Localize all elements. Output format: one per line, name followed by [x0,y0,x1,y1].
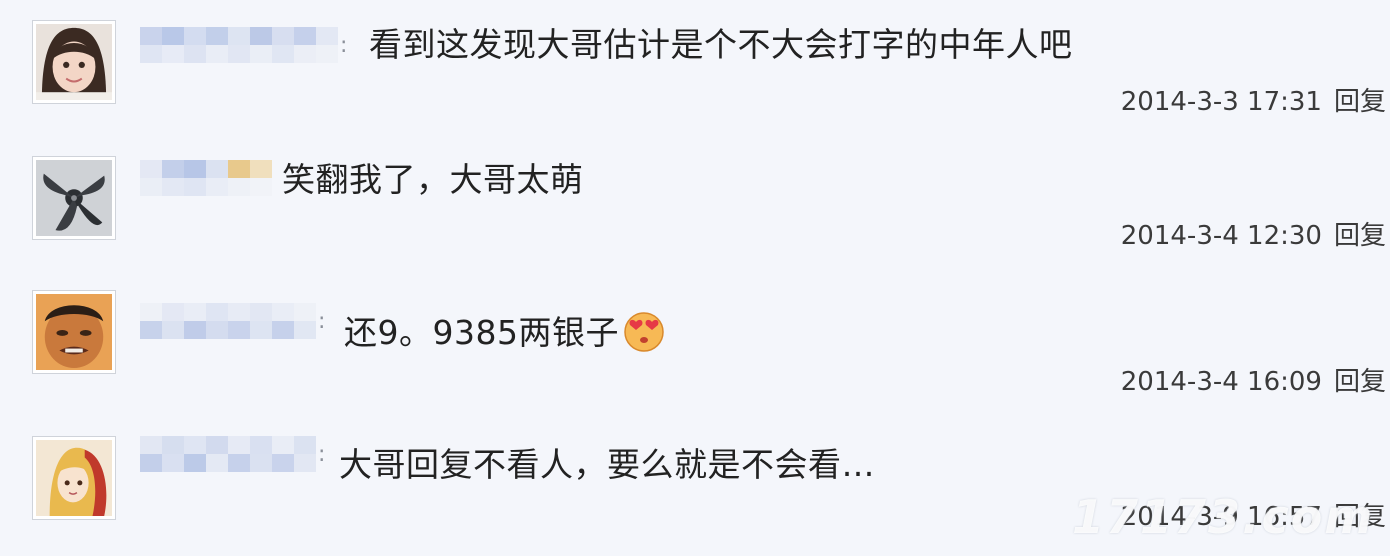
reply-button[interactable]: 回复 [1334,87,1386,117]
comment-meta: 2014-3-9 16:57 回复 [1121,501,1386,533]
username-blurred[interactable]: : [140,436,325,472]
heart-eyes-emoji-icon [624,312,664,352]
fan-avatar-icon [36,160,112,236]
name-separator: : [340,32,348,58]
name-separator: : [318,441,326,467]
avatar[interactable] [32,290,116,374]
girl-avatar-icon [36,24,112,100]
username-blurred[interactable]: : [140,303,325,339]
comment-timestamp: 2014-3-4 16:09 [1120,367,1322,397]
comment-text: 还9。9385两银子 [344,308,667,354]
comment-text: 笑翻我了，大哥太萌 [282,160,584,199]
comment-timestamp: 2014-3-4 12:30 [1120,221,1322,251]
comment-text-content: 还9。9385两银子 [344,313,619,352]
username-blurred[interactable] [140,160,272,196]
comment-meta: 2014-3-3 17:31 回复 [1121,86,1386,118]
avatar[interactable] [32,20,116,104]
avatar[interactable] [32,436,116,520]
comment-timestamp: 2014-3-3 17:31 [1120,87,1322,117]
username-blurred[interactable]: : [140,27,347,63]
anime-girl-avatar-icon [36,440,112,516]
avatar[interactable] [32,156,116,240]
comment-timestamp: 2014-3-9 16:57 [1120,502,1322,532]
comment-text: 大哥回复不看人，要么就是不会看… [339,445,875,484]
reply-button[interactable]: 回复 [1334,367,1386,397]
reply-button[interactable]: 回复 [1334,502,1386,532]
man-face-avatar-icon [36,294,112,370]
comment-meta: 2014-3-4 12:30 回复 [1121,220,1386,252]
comment-meta: 2014-3-4 16:09 回复 [1121,366,1386,398]
name-separator: : [318,308,326,334]
comment-text: 看到这发现大哥估计是个不大会打字的中年人吧 [369,25,1073,64]
reply-button[interactable]: 回复 [1334,221,1386,251]
